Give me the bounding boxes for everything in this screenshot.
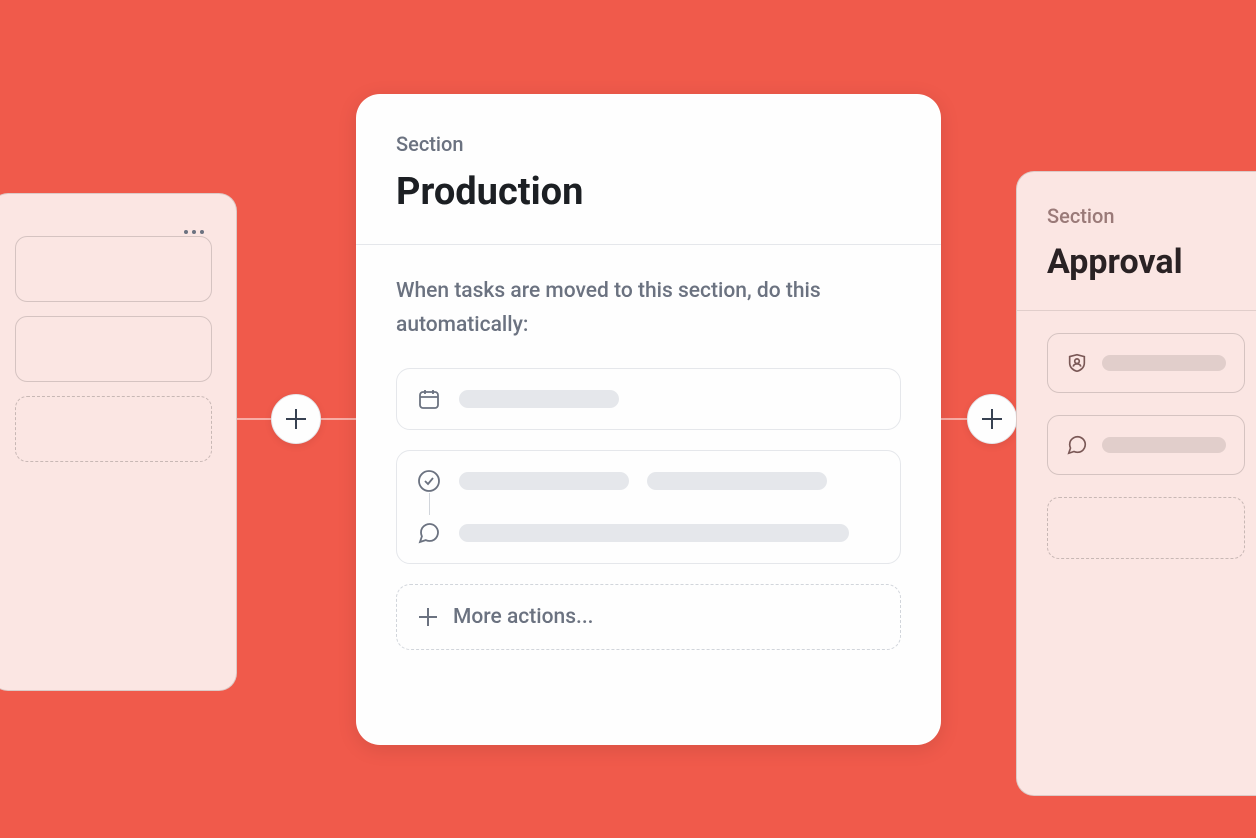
placeholder-bar bbox=[459, 390, 619, 408]
section-label: Section bbox=[1047, 204, 1245, 228]
section-title: Production bbox=[396, 170, 901, 214]
more-actions-label: More actions... bbox=[453, 605, 594, 629]
divider bbox=[1017, 310, 1256, 311]
comment-icon bbox=[417, 521, 441, 545]
comment-icon bbox=[1066, 434, 1088, 456]
add-section-button-left[interactable] bbox=[271, 394, 321, 444]
rule-row-set-due-date[interactable] bbox=[396, 368, 901, 430]
assignee-icon bbox=[1066, 352, 1088, 374]
rule-placeholder-row[interactable] bbox=[15, 316, 212, 382]
plus-icon bbox=[982, 409, 1002, 429]
rules-description: When tasks are moved to this section, do… bbox=[396, 275, 901, 342]
placeholder-bar bbox=[459, 472, 629, 490]
rule-placeholder-row[interactable] bbox=[15, 236, 212, 302]
section-label: Section bbox=[396, 132, 901, 156]
section-card-production: Section Production When tasks are moved … bbox=[356, 94, 941, 745]
connector-line bbox=[237, 418, 273, 420]
add-rule-placeholder[interactable] bbox=[1047, 497, 1245, 559]
more-actions-button[interactable]: More actions... bbox=[396, 584, 901, 650]
checkmark-circle-icon bbox=[417, 469, 441, 493]
placeholder-bar bbox=[1102, 355, 1226, 371]
section-title: Approval bbox=[1047, 242, 1245, 282]
rule-row-complete-and-comment[interactable] bbox=[396, 450, 901, 564]
calendar-icon bbox=[417, 387, 441, 411]
rule-connector-line bbox=[429, 493, 430, 515]
plus-icon bbox=[419, 608, 437, 626]
previous-section-card bbox=[0, 193, 237, 691]
connector-line bbox=[319, 418, 356, 420]
next-section-card-approval: Section Approval bbox=[1016, 171, 1256, 796]
connector-line bbox=[941, 418, 969, 420]
plus-icon bbox=[286, 409, 306, 429]
more-icon[interactable] bbox=[184, 230, 204, 234]
placeholder-bar bbox=[459, 524, 849, 542]
placeholder-bar bbox=[647, 472, 827, 490]
add-section-button-right[interactable] bbox=[967, 394, 1017, 444]
rule-row-assignee[interactable] bbox=[1047, 333, 1245, 393]
add-rule-placeholder[interactable] bbox=[15, 396, 212, 462]
rule-row-comment[interactable] bbox=[1047, 415, 1245, 475]
placeholder-bar bbox=[1102, 437, 1226, 453]
